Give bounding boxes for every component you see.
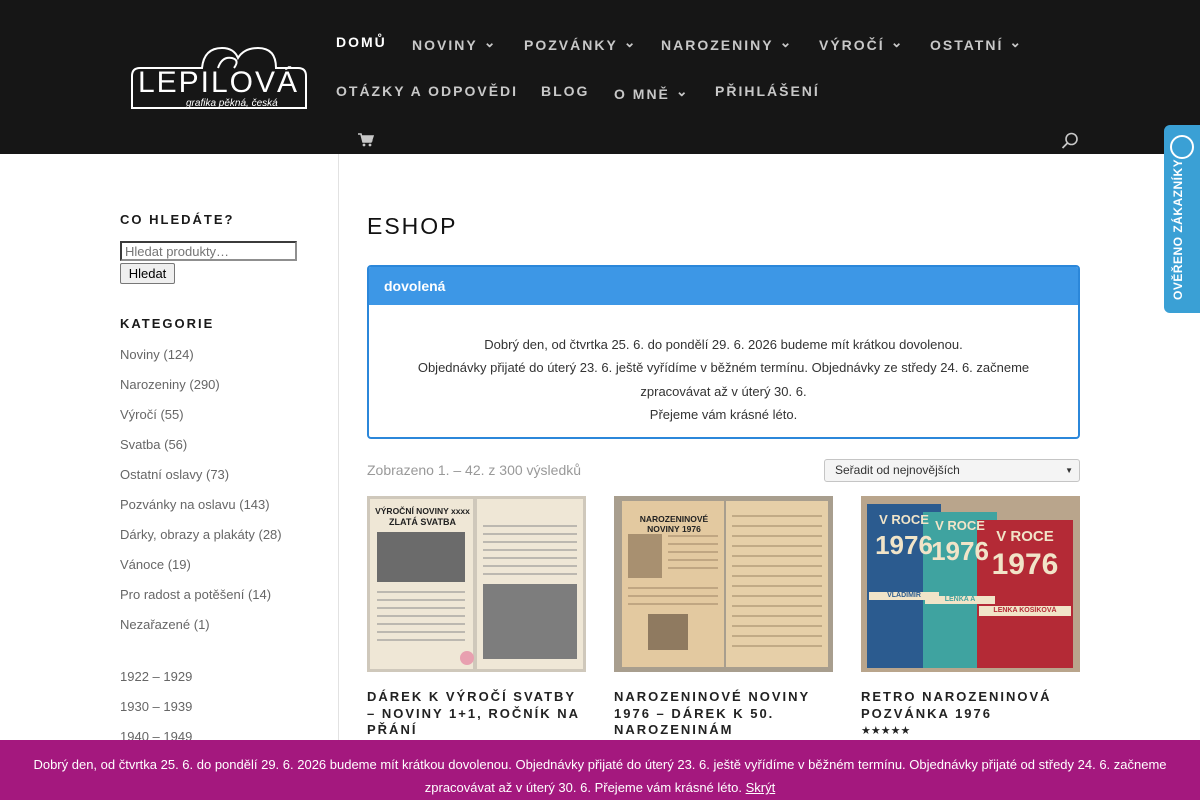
nav-item-noviny[interactable]: NOVINY ⌄ — [412, 34, 497, 53]
hide-notice-link[interactable]: Skrýt — [746, 780, 776, 795]
nav-item-prihlaseni[interactable]: PŘIHLÁŠENÍ — [715, 83, 820, 99]
search-widget-title: CO HLEDÁTE? — [120, 212, 235, 227]
nav-item-blog[interactable]: BLOG — [541, 83, 589, 99]
category-link[interactable]: Dárky, obrazy a plakáty — [120, 527, 255, 542]
product-image-heading: V ROCE — [996, 528, 1054, 545]
category-item: Noviny (124) — [120, 347, 194, 362]
site-logo[interactable]: LEPILOVÁ grafika pěkná, česká — [130, 46, 307, 110]
category-item: Pro radost a potěšení (14) — [120, 587, 271, 602]
category-count: (73) — [206, 467, 230, 482]
category-link[interactable]: Pro radost a potěšení — [120, 587, 244, 602]
product-card[interactable]: VÝROČNÍ NOVINY xxxx ZLATÁ SVATBA DÁREK K… — [367, 496, 586, 739]
category-link[interactable]: Noviny — [120, 347, 160, 362]
product-image-heading: NAROZENINOVÉ NOVINY 1976 — [639, 514, 709, 534]
category-item: Narozeniny (290) — [120, 377, 220, 392]
search-icon[interactable] — [1061, 132, 1079, 150]
product-image-name: LENKA KOŠÍKOVÁ — [993, 607, 1057, 614]
product-image[interactable]: NAROZENINOVÉ NOVINY 1976 — [614, 496, 833, 672]
nav-item-otazky[interactable]: OTÁZKY A ODPOVĚDI — [336, 83, 518, 99]
product-search-input[interactable] — [120, 241, 297, 261]
category-item: Nezařazené (1) — [120, 617, 210, 632]
product-card[interactable]: NAROZENINOVÉ NOVINY 1976 NAROZENINOVÉ NO… — [614, 496, 833, 739]
category-item: Pozvánky na oslavu (143) — [120, 497, 270, 512]
verified-badge-label: OVĚŘENO ZÁKAZNÍKY — [1171, 158, 1185, 300]
category-link[interactable]: Vánoce — [120, 557, 164, 572]
chevron-down-icon: ⌄ — [483, 34, 498, 50]
product-title[interactable]: RETRO NAROZENINOVÁ POZVÁNKA 1976 — [861, 689, 1080, 722]
category-link[interactable]: Ostatní oslavy — [120, 467, 202, 482]
category-link[interactable]: Výročí — [120, 407, 157, 422]
nav-item-pozvanky[interactable]: POZVÁNKY ⌄ — [524, 34, 638, 53]
category-count: (19) — [167, 557, 191, 572]
categories-widget-title: KATEGORIE — [120, 316, 215, 331]
category-item: Vánoce (19) — [120, 557, 191, 572]
notice-line: zpracovávat až v úterý 30. 6. — [640, 383, 807, 399]
notice-line: Přejeme vám krásné léto. — [649, 406, 798, 422]
product-image-heading: VÝROČNÍ NOVINY xxxx — [375, 506, 470, 516]
category-count: (14) — [247, 587, 272, 602]
product-image-subheading: 1976 — [991, 548, 1059, 581]
product-image-name: LENKA A — [944, 596, 976, 603]
chevron-down-icon: ⌄ — [623, 34, 638, 50]
cart-icon[interactable] — [358, 133, 374, 147]
chevron-down-icon: ⌄ — [1009, 34, 1024, 50]
category-link[interactable]: Narozeniny — [120, 377, 186, 392]
nav-item-narozeniny[interactable]: NAROZENINY ⌄ — [661, 34, 793, 53]
page-title: ESHOP — [367, 213, 458, 239]
notice-heading: dovolená — [369, 267, 1078, 305]
logo-text: LEPILOVÁ — [137, 66, 300, 99]
year-range-link[interactable]: 1930 – 1939 — [120, 699, 192, 714]
nav-item-vyroci[interactable]: VÝROČÍ ⌄ — [819, 34, 904, 53]
result-count: Zobrazeno 1. – 42. z 300 výsledků — [367, 462, 582, 478]
category-count: (143) — [239, 497, 270, 512]
rating-stars: ★★★★★ — [861, 725, 911, 737]
category-count: (1) — [193, 617, 210, 632]
notice-line: Objednávky přijaté do úterý 23. 6. ještě… — [417, 360, 1030, 376]
chevron-down-icon: ⌄ — [890, 34, 905, 50]
store-notice-text: Dobrý den, od čtvrtka 25. 6. do pondělí … — [33, 757, 1167, 795]
category-count: (28) — [258, 527, 282, 542]
vacation-notice: dovolená Dobrý den, od čtvrtka 25. 6. do… — [367, 265, 1080, 439]
chevron-down-icon: ⌄ — [779, 34, 794, 50]
notice-body: Dobrý den, od čtvrtka 25. 6. do pondělí … — [369, 305, 1078, 426]
product-card[interactable]: V ROCE 1976 V ROCE 1976 V ROCE 1976 VLAD… — [861, 496, 1080, 737]
sort-select[interactable]: Seřadit od nejnovějších ▼ — [824, 459, 1080, 482]
sort-selected-value: Seřadit od nejnovějších — [835, 463, 960, 477]
search-button[interactable]: Hledat — [120, 263, 175, 284]
category-item: Svatba (56) — [120, 437, 187, 452]
category-item: Dárky, obrazy a plakáty (28) — [120, 527, 282, 542]
nav-item-ostatni[interactable]: OSTATNÍ ⌄ — [930, 34, 1023, 53]
product-title[interactable]: DÁREK K VÝROČÍ SVATBY – NOVINY 1+1, ROČN… — [367, 689, 586, 739]
nav-item-domu[interactable]: DOMŮ — [336, 34, 387, 50]
category-count: (55) — [160, 407, 184, 422]
store-notice-bar: Dobrý den, od čtvrtka 25. 6. do pondělí … — [0, 740, 1200, 800]
category-count: (124) — [163, 347, 194, 362]
site-header: LEPILOVÁ grafika pěkná, česká DOMŮ NOVIN… — [0, 0, 1200, 154]
product-image-subheading: ZLATÁ SVATBA — [389, 517, 456, 527]
verified-customers-badge[interactable]: OVĚŘENO ZÁKAZNÍKY — [1164, 125, 1200, 313]
nav-item-o-mne[interactable]: O MNĚ ⌄ — [614, 83, 690, 102]
category-link[interactable]: Pozvánky na oslavu — [120, 497, 236, 512]
product-image[interactable]: VÝROČNÍ NOVINY xxxx ZLATÁ SVATBA — [367, 496, 586, 672]
logo-tagline: grafika pěkná, česká — [186, 98, 278, 109]
category-count: (290) — [189, 377, 220, 392]
category-count: (56) — [164, 437, 188, 452]
year-range-link[interactable]: 1922 – 1929 — [120, 669, 192, 684]
notice-line: Dobrý den, od čtvrtka 25. 6. do pondělí … — [484, 337, 963, 352]
category-link[interactable]: Svatba — [120, 437, 160, 452]
category-item: Ostatní oslavy (73) — [120, 467, 229, 482]
chevron-down-icon: ⌄ — [675, 83, 690, 99]
product-image[interactable]: V ROCE 1976 V ROCE 1976 V ROCE 1976 VLAD… — [861, 496, 1080, 672]
sidebar-divider — [338, 154, 339, 800]
product-title[interactable]: NAROZENINOVÉ NOVINY 1976 – DÁREK K 50. N… — [614, 689, 833, 739]
chevron-down-icon: ▼ — [1065, 466, 1073, 475]
category-link[interactable]: Nezařazené — [120, 617, 190, 632]
category-item: Výročí (55) — [120, 407, 184, 422]
